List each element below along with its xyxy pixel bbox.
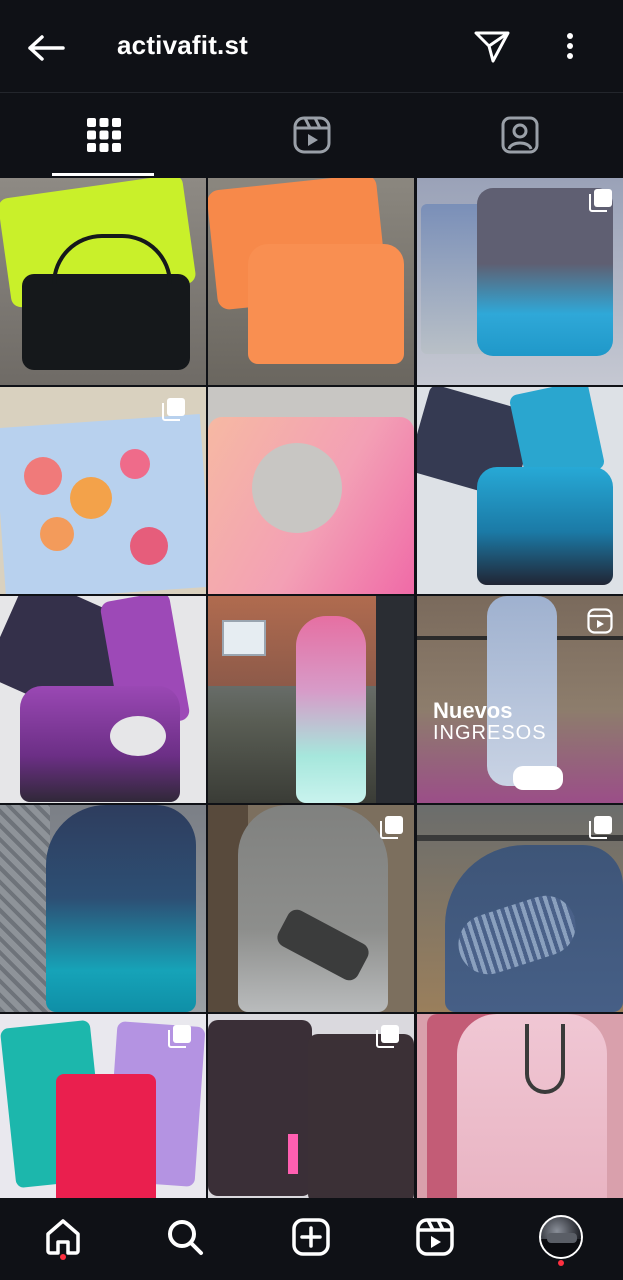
home-notification-dot: [60, 1254, 66, 1260]
reels-icon: [293, 116, 330, 154]
multiple-photos-icon: [168, 1025, 191, 1048]
post-thumbnail[interactable]: [0, 805, 206, 1012]
nav-reels[interactable]: [410, 1212, 460, 1262]
paper-plane-icon: [474, 31, 510, 63]
post-thumbnail[interactable]: [208, 387, 414, 594]
post-thumbnail[interactable]: [0, 178, 206, 385]
post-thumbnail[interactable]: [0, 387, 206, 594]
post-thumbnail[interactable]: [417, 178, 623, 385]
posts-grid: Nuevos INGRESOS: [0, 178, 623, 1221]
arrow-left-icon: [28, 35, 65, 61]
nav-search[interactable]: [160, 1212, 210, 1262]
tab-posts[interactable]: [0, 93, 207, 177]
post-thumbnail[interactable]: [208, 805, 414, 1012]
multiple-photos-icon: [589, 816, 612, 839]
reels-icon: [587, 608, 613, 634]
post-thumbnail[interactable]: [417, 387, 623, 594]
nav-new-post[interactable]: [286, 1212, 336, 1262]
page-title: activafit.st: [117, 30, 249, 60]
post-thumbnail[interactable]: [208, 596, 414, 803]
tab-reels[interactable]: [208, 93, 415, 177]
profile-notification-dot: [558, 1260, 564, 1266]
profile-tabs: [0, 92, 623, 176]
plus-square-icon: [292, 1218, 330, 1256]
avatar: [539, 1215, 583, 1259]
post-thumbnail[interactable]: [208, 178, 414, 385]
post-thumbnail[interactable]: [0, 1014, 206, 1221]
search-icon: [168, 1220, 203, 1255]
active-tab-indicator: [52, 173, 154, 176]
post-thumbnail[interactable]: [208, 1014, 414, 1221]
multiple-photos-icon: [589, 189, 612, 212]
reel-overlay-title: Nuevos: [433, 698, 513, 723]
post-thumbnail[interactable]: [0, 596, 206, 803]
more-options-button[interactable]: [552, 24, 588, 68]
tab-tagged[interactable]: [416, 93, 623, 177]
post-thumbnail[interactable]: Nuevos INGRESOS: [417, 596, 623, 803]
more-vertical-icon: [567, 33, 573, 59]
multiple-photos-icon: [380, 816, 403, 839]
multiple-photos-icon: [376, 1025, 399, 1048]
reels-icon: [416, 1218, 454, 1256]
reel-overlay-subtitle: INGRESOS: [433, 722, 547, 744]
bottom-navigation: [0, 1198, 623, 1280]
tagged-person-icon: [501, 116, 538, 154]
send-message-button[interactable]: [470, 24, 514, 68]
post-thumbnail[interactable]: [417, 805, 623, 1012]
grid-icon: [86, 118, 121, 152]
profile-header: activafit.st: [0, 0, 623, 92]
back-button[interactable]: [24, 28, 68, 68]
home-icon: [46, 1219, 80, 1255]
nav-profile[interactable]: [536, 1212, 586, 1262]
post-thumbnail[interactable]: [417, 1014, 623, 1221]
multiple-photos-icon: [162, 398, 185, 421]
